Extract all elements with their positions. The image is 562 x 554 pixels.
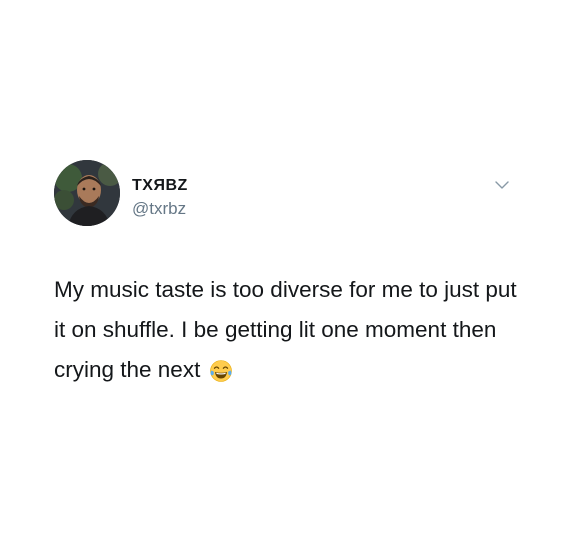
avatar[interactable] [54, 160, 120, 226]
display-name[interactable]: TXЯBZ [132, 177, 188, 195]
tweet-body: My music taste is too diverse for me to … [54, 277, 517, 382]
tweet-text: My music taste is too diverse for me to … [54, 270, 524, 390]
tweet-card: TXЯBZ @txrbz My music taste is too diver… [0, 0, 562, 554]
user-handle[interactable]: @txrbz [132, 199, 186, 219]
chevron-down-icon[interactable] [494, 178, 510, 190]
face-with-tears-of-joy-icon [209, 356, 233, 382]
avatar-image [54, 160, 120, 226]
